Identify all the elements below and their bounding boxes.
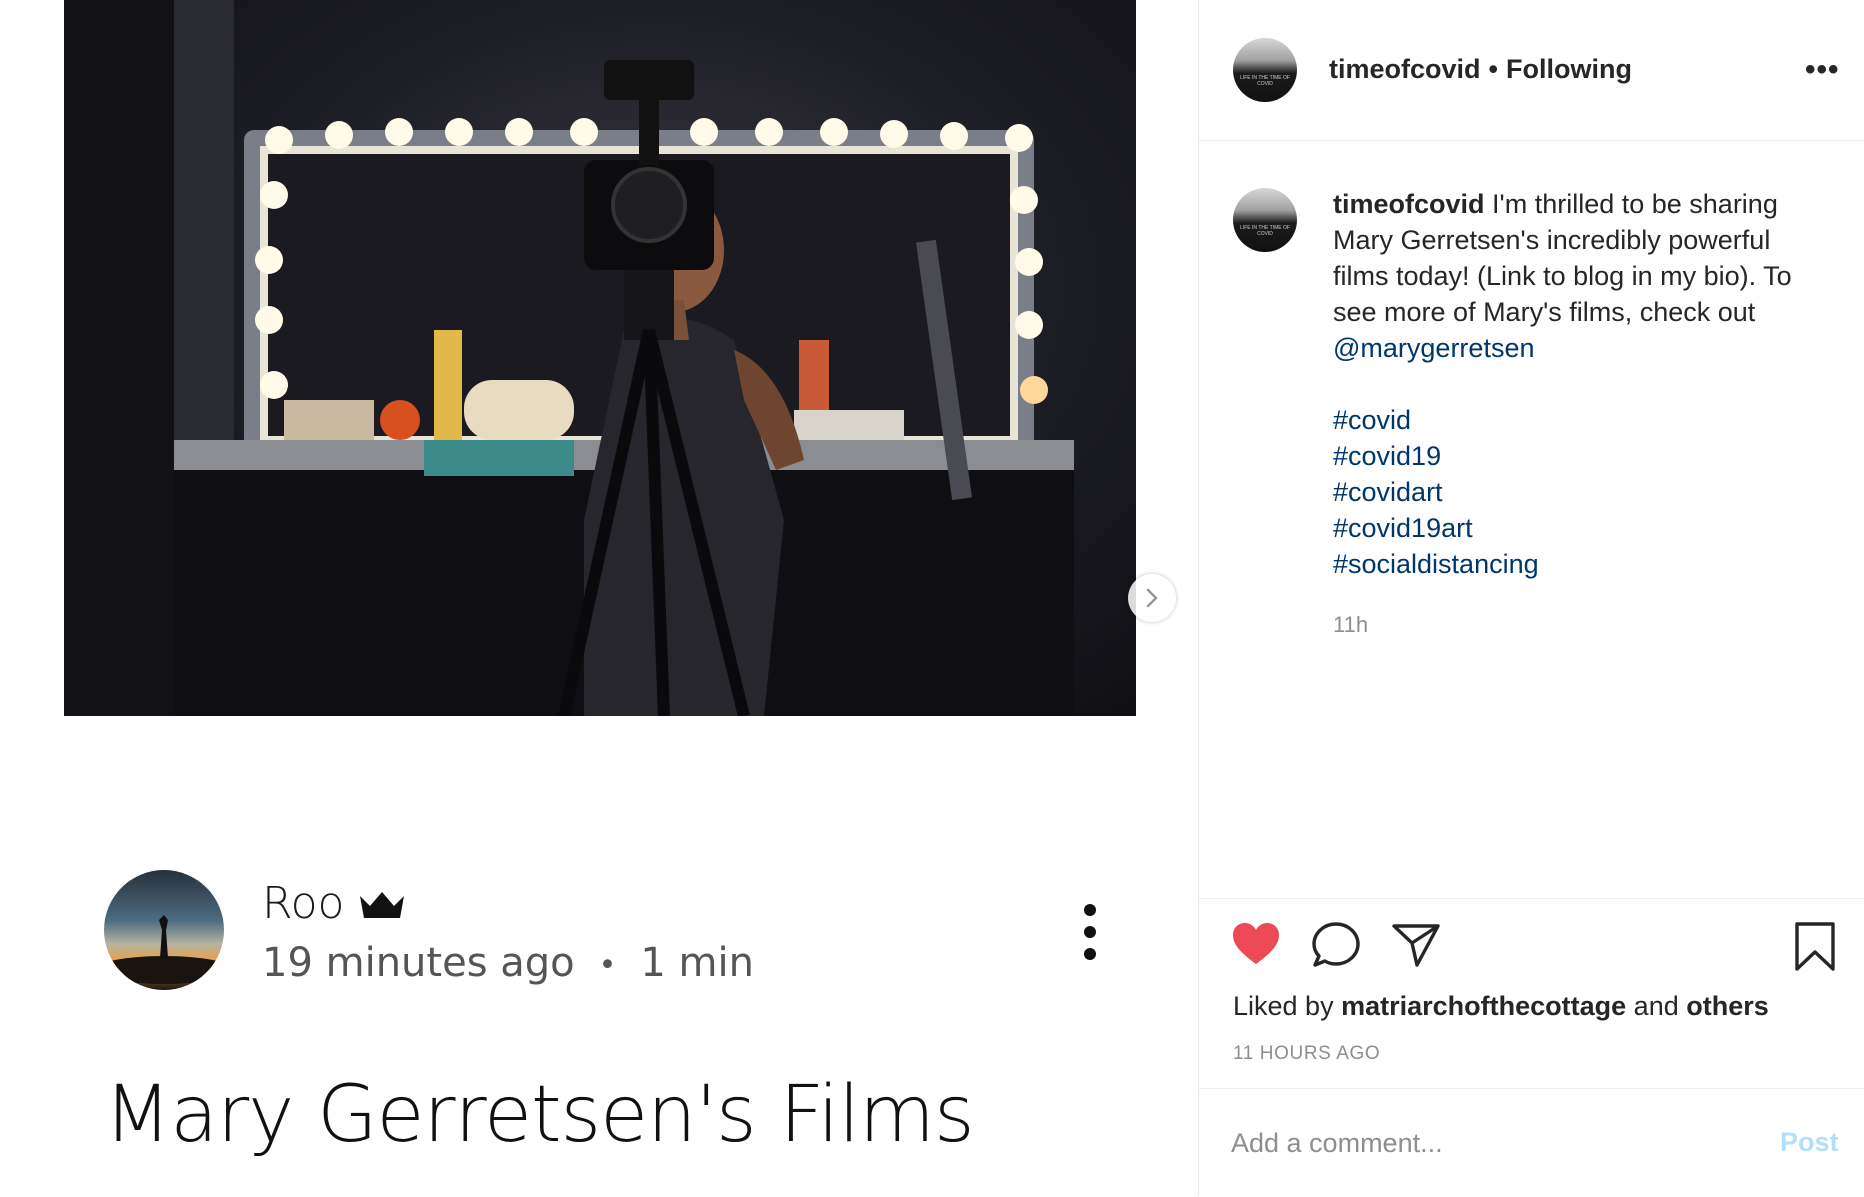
caption-avatar[interactable]: LIFE IN THE TIME OF COVID — [1233, 188, 1297, 252]
post-photo[interactable] — [64, 0, 1136, 716]
chevron-right-icon — [1146, 588, 1158, 608]
post-comment-button[interactable]: Post — [1780, 1127, 1839, 1158]
likes-summary: Liked by matriarchofthecottage and other… — [1233, 991, 1769, 1022]
liked-others-link[interactable]: others — [1686, 991, 1769, 1021]
bookmark-icon[interactable] — [1793, 921, 1837, 973]
author-name-row: Roo — [262, 878, 406, 929]
paper-plane-icon[interactable] — [1391, 921, 1441, 969]
post-header: LIFE IN THE TIME OF COVID timeofcovid • Fo… — [1199, 0, 1864, 141]
hashtag-list: #covid #covid19 #covidart #covid19art #s… — [1333, 402, 1833, 582]
heart-icon[interactable] — [1231, 921, 1281, 967]
comment-bar: Post — [1199, 1088, 1864, 1197]
liked-user-link[interactable]: matriarchofthecottage — [1341, 991, 1626, 1021]
post-timestamp[interactable]: 11 HOURS AGO — [1233, 1043, 1380, 1065]
meta-separator: • — [598, 947, 617, 983]
more-options-icon[interactable]: ••• — [1805, 55, 1840, 85]
avatar-logo-text: LIFE IN THE TIME OF COVID — [1240, 75, 1290, 87]
hashtag-link[interactable]: #covid19 — [1333, 438, 1833, 474]
photo-illustration — [64, 0, 1074, 716]
header-separator: • — [1488, 54, 1498, 84]
action-bar: Liked by matriarchofthecottage and other… — [1199, 898, 1864, 1089]
caption-section: LIFE IN THE TIME OF COVID timeofcovid I'… — [1199, 140, 1864, 898]
mention-link[interactable]: @marygerretsen — [1333, 330, 1534, 366]
profile-avatar[interactable]: LIFE IN THE TIME OF COVID — [1233, 38, 1297, 102]
silhouette-illustration — [104, 915, 224, 984]
instagram-post-panel: LIFE IN THE TIME OF COVID timeofcovid • Fo… — [1198, 0, 1864, 1196]
crown-icon — [360, 891, 405, 918]
hashtag-link[interactable]: #covid — [1333, 402, 1833, 438]
read-time: 1 min — [640, 940, 754, 986]
blog-post-title: Mary Gerretsen's Films — [104, 1070, 975, 1160]
post-meta: 19 minutes ago • 1 min — [262, 940, 754, 986]
header-title: timeofcovid • Following — [1329, 54, 1632, 85]
hashtag-link[interactable]: #covid19art — [1333, 510, 1833, 546]
liked-prefix: Liked by — [1233, 991, 1334, 1021]
hashtag-link[interactable]: #socialdistancing — [1333, 546, 1833, 582]
next-image-button[interactable] — [1128, 574, 1176, 622]
liked-and: and — [1633, 991, 1679, 1021]
caption-time[interactable]: 11h — [1333, 612, 1368, 638]
username-link[interactable]: timeofcovid — [1329, 54, 1481, 84]
comment-input[interactable] — [1231, 1121, 1751, 1165]
post-time: 19 minutes ago — [262, 940, 575, 986]
avatar-logo-text: LIFE IN THE TIME OF COVID — [1240, 225, 1290, 237]
caption-username[interactable]: timeofcovid — [1333, 189, 1485, 219]
following-button[interactable]: Following — [1506, 54, 1632, 84]
author-name[interactable]: Roo — [262, 878, 344, 929]
author-avatar[interactable] — [104, 870, 224, 990]
author-header: Roo 19 minutes ago • 1 min — [104, 870, 1114, 990]
kebab-icon[interactable] — [1080, 904, 1100, 960]
speech-bubble-icon[interactable] — [1311, 921, 1361, 969]
caption-text: timeofcovid I'm thrilled to be sharing M… — [1333, 186, 1833, 582]
hashtag-link[interactable]: #covidart — [1333, 474, 1833, 510]
